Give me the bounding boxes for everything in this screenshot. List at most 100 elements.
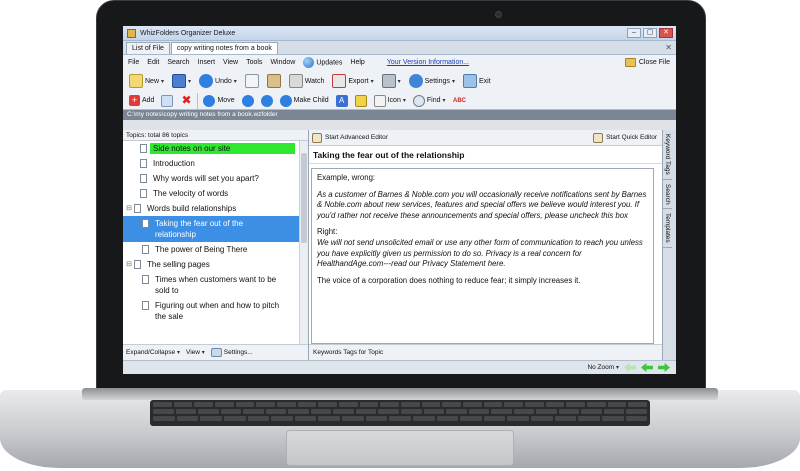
tree-item[interactable]: Figuring out when and how to pitch the s…	[123, 298, 299, 324]
body-paragraph: The voice of a corporation does nothing …	[317, 275, 581, 285]
chevron-down-icon: ▾	[176, 350, 180, 356]
settings-button[interactable]: Settings ▾	[407, 72, 457, 90]
save-button[interactable]: ▾	[170, 72, 193, 90]
move-up-button[interactable]: Move	[201, 92, 236, 110]
menu-search[interactable]: Search	[167, 59, 189, 66]
paste-button[interactable]	[265, 72, 283, 90]
version-info-link[interactable]: Your Version Information...	[387, 59, 469, 66]
tab-templates[interactable]: Templates	[663, 209, 672, 248]
new-icon	[129, 74, 143, 88]
document-icon	[140, 189, 147, 198]
maximize-button[interactable]: ▢	[643, 28, 657, 38]
document-icon	[134, 260, 141, 269]
tree-item[interactable]: The power of Being There	[123, 242, 299, 257]
topic-settings-button[interactable]: Settings...	[210, 348, 253, 357]
tree-item-label: Introduction	[153, 159, 195, 168]
move-left-button[interactable]	[259, 92, 275, 110]
spellcheck-button[interactable]: ABC	[451, 92, 469, 110]
paste-icon	[266, 74, 281, 88]
back-arrow-icon[interactable]	[624, 363, 636, 372]
trackpad	[286, 430, 514, 466]
icon-button[interactable]: Icon ▾	[372, 92, 408, 110]
menu-view[interactable]: View	[223, 59, 238, 66]
chevron-down-icon: ▾	[233, 78, 237, 85]
topics-scrollbar[interactable]	[299, 141, 308, 344]
tree-item[interactable]: ⊟ The selling pages	[123, 257, 299, 272]
tree-item-label: Times when customers want to be sold to	[155, 275, 277, 295]
move-down-button[interactable]	[240, 92, 256, 110]
undo-button[interactable]: Undo ▾	[197, 72, 239, 90]
chevron-down-icon: ▾	[615, 365, 619, 371]
new-label: New	[145, 77, 160, 85]
watch-label: Watch	[304, 77, 325, 85]
collapse-icon[interactable]: ⊟	[125, 203, 133, 214]
menu-file[interactable]: File	[128, 59, 139, 66]
window-title: WhizFolders Organizer Deluxe	[140, 29, 236, 37]
font-icon: A	[335, 94, 348, 107]
back-arrow-icon[interactable]	[641, 363, 653, 372]
forward-arrow-icon[interactable]	[658, 363, 670, 372]
add-label: Add	[142, 97, 155, 104]
export-button[interactable]: Export ▾	[330, 72, 375, 90]
close-file-button[interactable]: Close File	[624, 58, 670, 67]
editor-pane: Start Advanced Editor Start Quick Editor…	[309, 130, 676, 360]
new-button[interactable]: New ▾	[127, 72, 166, 90]
highlight-button[interactable]	[353, 92, 369, 110]
tree-item-label: Side notes on our site	[150, 143, 295, 154]
undo-label: Undo	[215, 77, 232, 85]
document-icon	[140, 174, 147, 183]
close-tab-icon[interactable]: ✕	[665, 43, 672, 52]
tree-item[interactable]: Side notes on our site	[123, 141, 299, 156]
minimize-button[interactable]: –	[627, 28, 641, 38]
find-button[interactable]: Find ▾	[411, 92, 448, 110]
add-button[interactable]: + Add	[127, 92, 156, 110]
tree-item[interactable]: The velocity of words	[123, 186, 299, 201]
menu-window[interactable]: Window	[270, 59, 295, 66]
topic-title: Taking the fear out of the relationship	[309, 146, 662, 164]
menu-help[interactable]: Help	[350, 59, 364, 66]
tree-item[interactable]: Why words will set you apart?	[123, 171, 299, 186]
scrollbar-thumb[interactable]	[301, 153, 307, 243]
move-label: Move	[217, 97, 235, 104]
expand-collapse-label: Expand/Collapse	[126, 349, 176, 356]
keyboard	[150, 400, 650, 426]
menu-updates[interactable]: Updates	[303, 57, 342, 68]
tree-item-selected[interactable]: Taking the fear out of the relationship	[123, 216, 299, 242]
print-button[interactable]: ▾	[380, 72, 403, 90]
zoom-select[interactable]: No Zoom ▾	[587, 364, 619, 371]
arrow-up-icon	[203, 94, 216, 107]
quick-editor-button[interactable]: Start Quick Editor	[593, 132, 657, 143]
tree-item-label: The selling pages	[147, 260, 210, 269]
app-icon	[127, 28, 136, 38]
topics-pane: Topics: total 86 topics Side notes on ou…	[123, 130, 309, 360]
advanced-editor-button[interactable]: Start Advanced Editor	[312, 132, 388, 143]
document-icon	[142, 245, 149, 254]
close-file-label: Close File	[638, 59, 670, 66]
menu-tools[interactable]: Tools	[246, 59, 262, 66]
menu-insert[interactable]: Insert	[198, 59, 216, 66]
expand-collapse-button[interactable]: Expand/Collapse ▾	[126, 349, 180, 356]
collapse-icon[interactable]: ⊟	[125, 259, 133, 270]
font-button[interactable]: A	[334, 92, 350, 110]
tree-item[interactable]: ⊟ Words build relationships	[123, 201, 299, 216]
close-button[interactable]: ✕	[659, 28, 673, 38]
menu-bar: File Edit Search Insert View Tools Windo…	[123, 55, 676, 70]
topic-body[interactable]: Example, wrong: As a customer of Barnes …	[311, 168, 654, 344]
tree-item[interactable]: Times when customers want to be sold to	[123, 272, 299, 298]
make-child-button[interactable]: Make Child	[278, 92, 331, 110]
tab-keyword-tags[interactable]: Keyword Tags	[663, 130, 672, 180]
add-child-button[interactable]	[159, 92, 175, 110]
exit-button[interactable]: Exit	[461, 72, 493, 90]
tab-list-of-files[interactable]: List of File	[126, 42, 170, 54]
tab-copy-writing-notes[interactable]: copy writing notes from a book	[170, 42, 278, 54]
delete-button[interactable]: ✖	[178, 92, 194, 110]
view-button[interactable]: View ▾	[186, 349, 205, 356]
keywords-footer[interactable]: Keywords Tags for Topic	[309, 344, 662, 360]
title-bar: WhizFolders Organizer Deluxe – ▢ ✕	[123, 26, 676, 41]
menu-edit[interactable]: Edit	[147, 59, 159, 66]
tab-search[interactable]: Search	[663, 180, 672, 210]
watch-button[interactable]: Watch	[287, 72, 327, 90]
copy-button[interactable]	[243, 72, 261, 90]
export-icon	[332, 74, 347, 88]
tree-item[interactable]: Introduction	[123, 156, 299, 171]
